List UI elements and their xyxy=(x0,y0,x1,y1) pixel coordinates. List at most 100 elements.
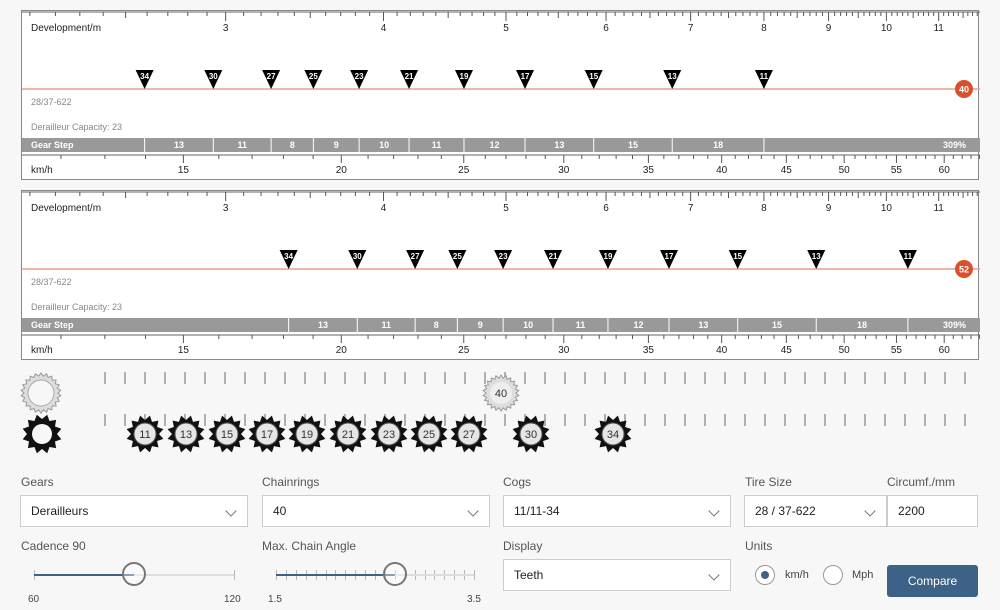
gear-marker-label: 11 xyxy=(904,252,913,261)
compare-button[interactable]: Compare xyxy=(887,565,978,597)
gear-step-value: 18 xyxy=(713,140,723,150)
dev-tick-label: 3 xyxy=(223,23,229,34)
gear-step-bar xyxy=(22,138,980,152)
dev-tick-label: 7 xyxy=(688,23,694,34)
gear-step-value: 11 xyxy=(432,140,442,150)
speed-tick-label: 20 xyxy=(336,165,348,176)
gear-step-value: 15 xyxy=(772,320,782,330)
speed-tick-label: 35 xyxy=(643,345,655,356)
cog-icon-hole xyxy=(32,424,52,444)
gear-range: 309% xyxy=(943,140,966,150)
units-mph-label: Mph xyxy=(852,569,874,581)
cog-label: 13 xyxy=(180,429,192,441)
gear-marker-label: 15 xyxy=(589,72,598,81)
dev-axis-label: Development/m xyxy=(31,23,101,34)
cog-label: 21 xyxy=(342,429,354,441)
gear-marker-label: 17 xyxy=(521,72,530,81)
chain-angle-slider[interactable] xyxy=(276,560,475,590)
cogs-select[interactable]: 11/11-34 xyxy=(503,495,731,527)
chainring-icon-hole xyxy=(27,379,55,407)
gear-marker-label: 27 xyxy=(411,252,420,261)
speed-tick-label: 50 xyxy=(839,165,851,176)
gear-marker-label: 25 xyxy=(453,252,462,261)
cogs-value: 11/11-34 xyxy=(514,504,560,518)
chainrings-select[interactable]: 40 xyxy=(262,495,490,527)
gear-marker-label: 25 xyxy=(309,72,318,81)
gear-marker-label: 19 xyxy=(460,72,469,81)
chevron-down-icon xyxy=(708,569,720,581)
tire-size-value: 28 / 37-622 xyxy=(755,504,816,518)
gear-marker-label: 13 xyxy=(812,252,821,261)
slider-handle[interactable] xyxy=(382,562,407,586)
gear-marker-label: 30 xyxy=(209,72,218,81)
cog-label: 17 xyxy=(261,429,273,441)
chevron-down-icon xyxy=(225,505,237,517)
display-label: Display xyxy=(503,539,543,553)
gear-scale-chart-2: Development/m 3 4 5 6 7 8 9 10 1134 30 27 25 23 21 19 17… xyxy=(22,191,980,356)
gear-step-value: 12 xyxy=(633,320,643,330)
chevron-down-icon xyxy=(864,505,876,517)
gear-step-bar xyxy=(22,318,980,332)
tire-size-select[interactable]: 28 / 37-622 xyxy=(744,495,887,527)
gears-select[interactable]: Derailleurs xyxy=(20,495,248,527)
gear-step-value: 13 xyxy=(318,320,328,330)
dev-tick-label: 10 xyxy=(881,203,893,214)
chainring-badge-label: 40 xyxy=(959,85,969,95)
cadence-label: Cadence 90 xyxy=(21,539,86,553)
speed-axis-label: km/h xyxy=(31,345,53,356)
gear-step-value: 11 xyxy=(576,320,586,330)
gears-value: Derailleurs xyxy=(31,504,89,518)
gear-marker-label: 15 xyxy=(733,252,742,261)
speed-tick-label: 15 xyxy=(178,345,190,356)
speed-tick-label: 55 xyxy=(891,165,903,176)
chain-angle-label: Max. Chain Angle xyxy=(262,539,357,553)
cadence-slider[interactable] xyxy=(34,560,235,590)
speed-axis-label: km/h xyxy=(31,165,53,176)
dev-tick-label: 5 xyxy=(503,23,509,34)
dev-tick-label: 7 xyxy=(688,203,694,214)
speed-tick-label: 25 xyxy=(458,345,470,356)
units-radio-mph[interactable] xyxy=(823,565,843,585)
gear-step-value: 9 xyxy=(478,320,483,330)
display-select[interactable]: Teeth xyxy=(503,559,731,591)
circumference-input[interactable]: 2200 xyxy=(887,495,978,527)
speed-tick-label: 45 xyxy=(781,345,793,356)
slider-handle[interactable] xyxy=(122,562,146,586)
gear-step-value: 13 xyxy=(698,320,708,330)
dev-tick-label: 10 xyxy=(881,23,893,34)
derailleur-capacity: Derailleur Capacity: 23 xyxy=(31,122,122,132)
gear-marker-label: 21 xyxy=(549,252,558,261)
chevron-down-icon xyxy=(708,505,720,517)
chevron-down-icon xyxy=(467,505,479,517)
speed-tick-label: 35 xyxy=(643,165,655,176)
gear-step-value: 11 xyxy=(237,140,247,150)
gear-step-value: 10 xyxy=(523,320,533,330)
gear-marker-label: 13 xyxy=(668,72,677,81)
dev-tick-label: 4 xyxy=(381,23,387,34)
gear-marker-label: 19 xyxy=(604,252,613,261)
units-radio-kmh[interactable] xyxy=(755,565,775,585)
circumference-label: Circumf./mm xyxy=(887,475,955,489)
speed-tick-label: 30 xyxy=(558,165,570,176)
gear-step-value: 9 xyxy=(334,140,339,150)
chainrings-label: Chainrings xyxy=(262,475,320,489)
gear-scale-panel-1: Development/m 3 4 5 6 7 8 9 10 11 34 30 27 25 23 21 19 17… xyxy=(21,10,980,180)
cogs-label: Cogs xyxy=(503,475,532,489)
cog-label: 11 xyxy=(139,429,150,441)
cog-label: 15 xyxy=(221,429,233,441)
gear-scale-panel-2: Development/m 3 4 5 6 7 8 9 10 11 34 30 27 25 23 21 19 17… xyxy=(21,190,980,360)
units-label: Units xyxy=(745,539,773,553)
drivetrain-visual: 40 11 13 15 17 19 21 23 25 27 30 34 xyxy=(20,372,966,454)
tire-label: 28/37-622 xyxy=(31,97,72,107)
gear-step-value: 18 xyxy=(857,320,867,330)
cog-label: 19 xyxy=(301,429,313,441)
speed-tick-label: 55 xyxy=(891,345,903,356)
dev-axis-label: Development/m xyxy=(31,203,101,214)
gear-marker-label: 23 xyxy=(355,72,364,81)
gear-step-value: 8 xyxy=(290,140,295,150)
dev-tick-label: 4 xyxy=(381,203,387,214)
slider-tick xyxy=(474,570,475,580)
display-value: Teeth xyxy=(514,568,544,582)
dev-tick-label: 5 xyxy=(503,203,509,214)
slider-fill xyxy=(34,574,134,576)
